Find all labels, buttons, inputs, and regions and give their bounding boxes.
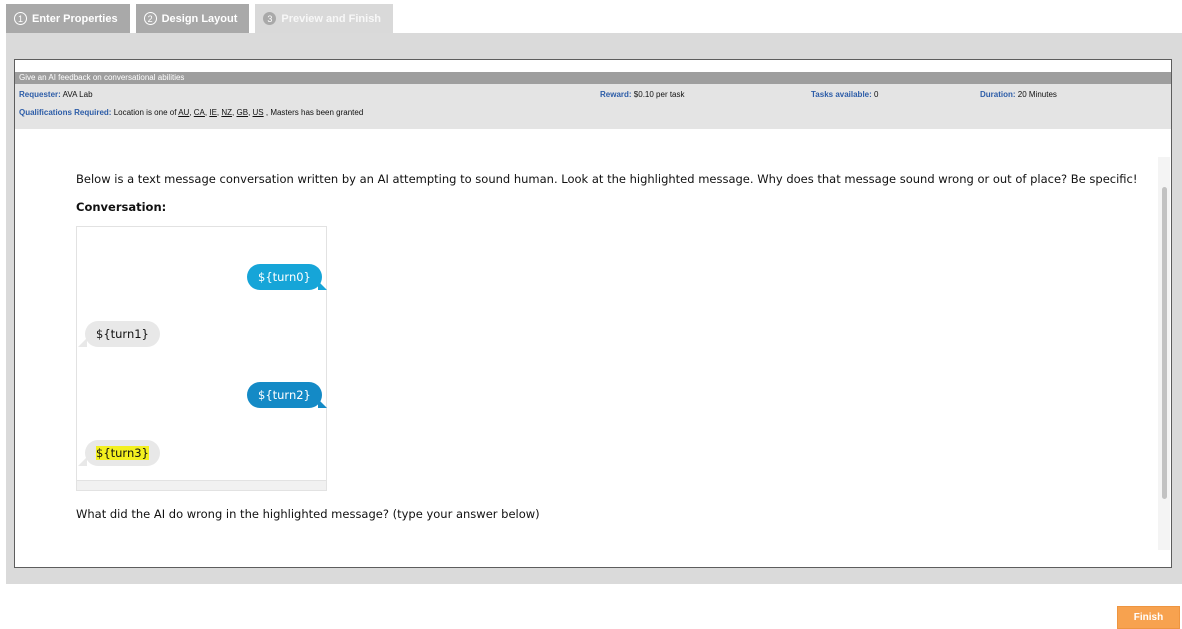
location-link-ca[interactable]: CA — [194, 108, 205, 117]
hit-info-panel: Requester: AVA Lab Reward: $0.10 per tas… — [15, 84, 1171, 129]
duration-label: Duration: — [980, 90, 1016, 99]
location-link-nz[interactable]: NZ — [221, 108, 232, 117]
qualifications-info: Qualifications Required: Location is one… — [19, 108, 364, 117]
tasks-available-label: Tasks available: — [811, 90, 872, 99]
message-bubble-highlighted: ${turn3} — [85, 440, 160, 466]
duration-info: Duration: 20 Minutes — [980, 90, 1057, 99]
bubble-tail — [78, 457, 87, 466]
step-number: 1 — [14, 12, 27, 25]
message-bubble-received: ${turn1} — [85, 321, 160, 347]
qualifications-label: Qualifications Required: — [19, 108, 112, 117]
step-number: 3 — [263, 12, 277, 25]
location-link-us[interactable]: US — [253, 108, 264, 117]
message-text: ${turn0} — [258, 270, 311, 284]
content-scrollbar[interactable] — [1158, 157, 1170, 550]
tab-design-layout[interactable]: 2 Design Layout — [135, 4, 250, 33]
reward-info: Reward: $0.10 per task — [600, 90, 685, 99]
tab-enter-properties[interactable]: 1 Enter Properties — [6, 4, 130, 33]
tab-label: Enter Properties — [32, 12, 118, 25]
reward-label: Reward: — [600, 90, 632, 99]
tab-label: Design Layout — [161, 12, 238, 25]
bubble-tail — [318, 281, 327, 290]
wizard-tabs: 1 Enter Properties 2 Design Layout 3 Pre… — [6, 4, 394, 33]
bubble-tail — [78, 338, 87, 347]
location-link-ie[interactable]: IE — [209, 108, 217, 117]
duration-value: 20 Minutes — [1017, 90, 1057, 99]
requester-info: Requester: AVA Lab — [19, 90, 93, 99]
requester-value: AVA Lab — [62, 90, 93, 99]
finish-button[interactable]: Finish — [1117, 606, 1180, 629]
message-text: ${turn2} — [258, 388, 311, 402]
requester-label: Requester: — [19, 90, 61, 99]
scrollbar-thumb[interactable] — [1162, 187, 1167, 499]
tasks-available-value: 0 — [874, 90, 879, 99]
reward-value: $0.10 per task — [633, 90, 685, 99]
tab-label: Preview and Finish — [281, 12, 382, 25]
message-text: ${turn1} — [96, 327, 149, 341]
hit-preview-frame: Give an AI feedback on conversational ab… — [14, 59, 1172, 568]
conversation-heading: Conversation: — [76, 200, 167, 214]
task-instructions: Below is a text message conversation wri… — [76, 172, 1138, 186]
tab-preview-and-finish[interactable]: 3 Preview and Finish — [255, 4, 394, 33]
bubble-tail — [318, 399, 327, 408]
answer-question: What did the AI do wrong in the highligh… — [76, 507, 540, 521]
conversation-panel-footer — [76, 480, 327, 491]
highlighted-message-text: ${turn3} — [96, 446, 149, 460]
location-link-au[interactable]: AU — [178, 108, 189, 117]
qualifications-prefix: Location is one of — [113, 108, 177, 117]
step-number: 2 — [143, 12, 157, 25]
qualifications-suffix: , Masters has been granted — [265, 108, 364, 117]
hit-title: Give an AI feedback on conversational ab… — [15, 72, 1171, 84]
task-content: Below is a text message conversation wri… — [15, 157, 1157, 550]
message-bubble-sent: ${turn0} — [247, 264, 322, 290]
message-bubble-sent: ${turn2} — [247, 382, 322, 408]
location-link-gb[interactable]: GB — [237, 108, 249, 117]
tasks-available-info: Tasks available: 0 — [811, 90, 878, 99]
